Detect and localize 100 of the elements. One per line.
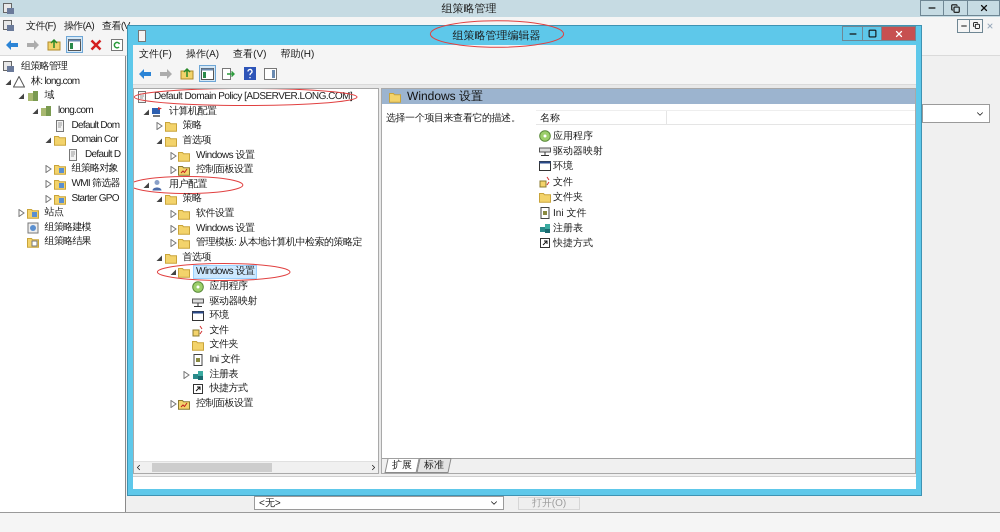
toolbar-button[interactable] [178, 65, 195, 82]
tree-item[interactable]: Default Dom [68, 118, 122, 133]
window-title: 组策略管理编辑器 [452, 28, 540, 43]
tree-item[interactable]: Ini 文件 [206, 352, 243, 367]
tree-item[interactable]: Windows 设置 [193, 222, 258, 236]
expander-icon[interactable] [32, 107, 38, 116]
tree-item[interactable]: Windows 设置 [193, 265, 258, 280]
menu-item[interactable]: 操作(A) [186, 47, 220, 61]
list-item[interactable]: 环境 [553, 159, 573, 174]
folder-icon [26, 207, 38, 220]
restore-button[interactable] [970, 18, 983, 32]
expander-icon[interactable] [183, 370, 190, 379]
folder-icon [164, 120, 176, 132]
toolbar-button[interactable] [199, 65, 216, 82]
folder-icon [192, 339, 204, 352]
tree-item[interactable]: Windows 设置 [193, 148, 258, 163]
back-arrow-icon [4, 38, 18, 50]
folder-icon [54, 163, 66, 176]
tree-item[interactable]: 驱动器映射 [206, 294, 260, 309]
menu-item[interactable]: 帮助(H) [280, 47, 314, 61]
tree-item[interactable]: 注册表 [206, 368, 241, 382]
tree-item[interactable]: 首选项 [180, 134, 214, 148]
tree-item[interactable]: 站点 [42, 206, 66, 220]
tree-item[interactable]: 文件 [206, 324, 232, 338]
tree-item[interactable]: Domain Cor [68, 133, 121, 148]
tree-item[interactable]: 组策略建模 [42, 220, 94, 235]
list-item[interactable]: 文件夹 [553, 190, 583, 204]
tree-item[interactable]: Starter GPO [68, 192, 122, 206]
list-item[interactable]: Ini 文件 [553, 206, 586, 220]
tree-item[interactable]: WMI 筛选器 [68, 177, 123, 192]
document-icon [539, 206, 551, 219]
minimize-button[interactable] [842, 26, 863, 41]
restore-icon [972, 22, 980, 29]
tab[interactable]: 标准 [416, 458, 452, 473]
toolbar-button[interactable] [241, 65, 258, 82]
scroll-left-icon[interactable] [134, 463, 143, 472]
toolbar-button[interactable] [262, 65, 279, 82]
up-folder-icon [46, 38, 60, 51]
expander-icon[interactable] [18, 92, 25, 100]
scroll-icon [136, 30, 148, 42]
file-icon [539, 176, 551, 188]
menu-item[interactable]: 查看(V) [233, 47, 266, 61]
console-icon [3, 61, 15, 74]
toolbar-button[interactable] [45, 36, 62, 53]
tree-item[interactable]: 快捷方式 [206, 382, 250, 396]
tree-item[interactable]: 林: long.com [28, 74, 82, 89]
toolbar-button[interactable] [108, 36, 125, 53]
scroll-icon [54, 120, 66, 132]
tree-item[interactable]: 组策略结果 [42, 235, 94, 250]
filter-dropdown[interactable]: <无> [254, 496, 504, 510]
minimize-button[interactable] [957, 18, 970, 32]
tree-item[interactable]: 环境 [206, 309, 232, 324]
close-icon [978, 3, 988, 13]
tree-item[interactable]: 策略 [180, 119, 204, 134]
control-panel-icon [178, 398, 190, 410]
expander-icon[interactable] [142, 180, 150, 189]
column-header[interactable]: 名称 [536, 110, 667, 124]
dropdown[interactable] [922, 104, 990, 123]
tree-item[interactable]: 组策略管理 [18, 60, 71, 74]
tree-item[interactable]: 首选项 [180, 250, 214, 265]
tree-item[interactable]: Default D [82, 148, 124, 162]
shortcut-icon [539, 237, 551, 250]
list-item[interactable]: 文件 [553, 174, 573, 189]
tree-item[interactable]: 组策略对象 [68, 162, 122, 176]
list-item[interactable]: 驱动器映射 [553, 144, 603, 158]
menu-item[interactable]: 文件(F) [26, 18, 56, 32]
restore-button[interactable] [944, 0, 968, 16]
expander-icon[interactable] [142, 108, 150, 116]
tree-item[interactable]: 策略 [180, 192, 204, 206]
tree-item[interactable]: 控制面板设置 [193, 396, 256, 411]
scroll-thumb[interactable] [152, 463, 272, 472]
folder-icon [178, 150, 190, 162]
toolbar-button[interactable] [220, 65, 237, 82]
list-item[interactable]: 快捷方式 [553, 236, 593, 250]
list-item[interactable]: 应用程序 [553, 128, 593, 143]
tree-item[interactable]: long.com [55, 104, 96, 118]
console-tree-icon [201, 68, 214, 80]
scroll-right-icon[interactable] [369, 463, 378, 472]
triangle-tree-icon [13, 76, 25, 88]
window-title: 组策略管理 [440, 2, 498, 16]
tree-item[interactable]: 软件设置 [193, 207, 237, 222]
buildings-icon [40, 105, 52, 118]
refresh-icon [110, 38, 122, 50]
toolbar-button[interactable] [66, 36, 83, 53]
tree-item[interactable]: 管理模板: 从本地计算机中检索的策略定 [193, 236, 366, 250]
tree-item[interactable]: 域 [42, 89, 57, 104]
menu-item[interactable]: 文件(F) [139, 47, 172, 61]
tree-item[interactable]: 控制面板设置 [193, 163, 256, 178]
tab[interactable]: 扩展 [384, 459, 420, 473]
console-icon [3, 2, 15, 14]
tree-item[interactable]: 应用程序 [206, 280, 250, 294]
list-item[interactable]: 注册表 [553, 221, 583, 236]
horizontal-scrollbar[interactable] [134, 461, 378, 473]
close-button[interactable] [968, 0, 1000, 16]
disc-icon [539, 130, 551, 142]
file-icon [192, 324, 204, 337]
tree-item[interactable]: 计算机配置 [166, 104, 220, 119]
tree-item[interactable]: 文件夹 [206, 338, 241, 352]
menu-item[interactable]: 操作(A) [64, 18, 94, 32]
delete-icon [90, 38, 102, 50]
